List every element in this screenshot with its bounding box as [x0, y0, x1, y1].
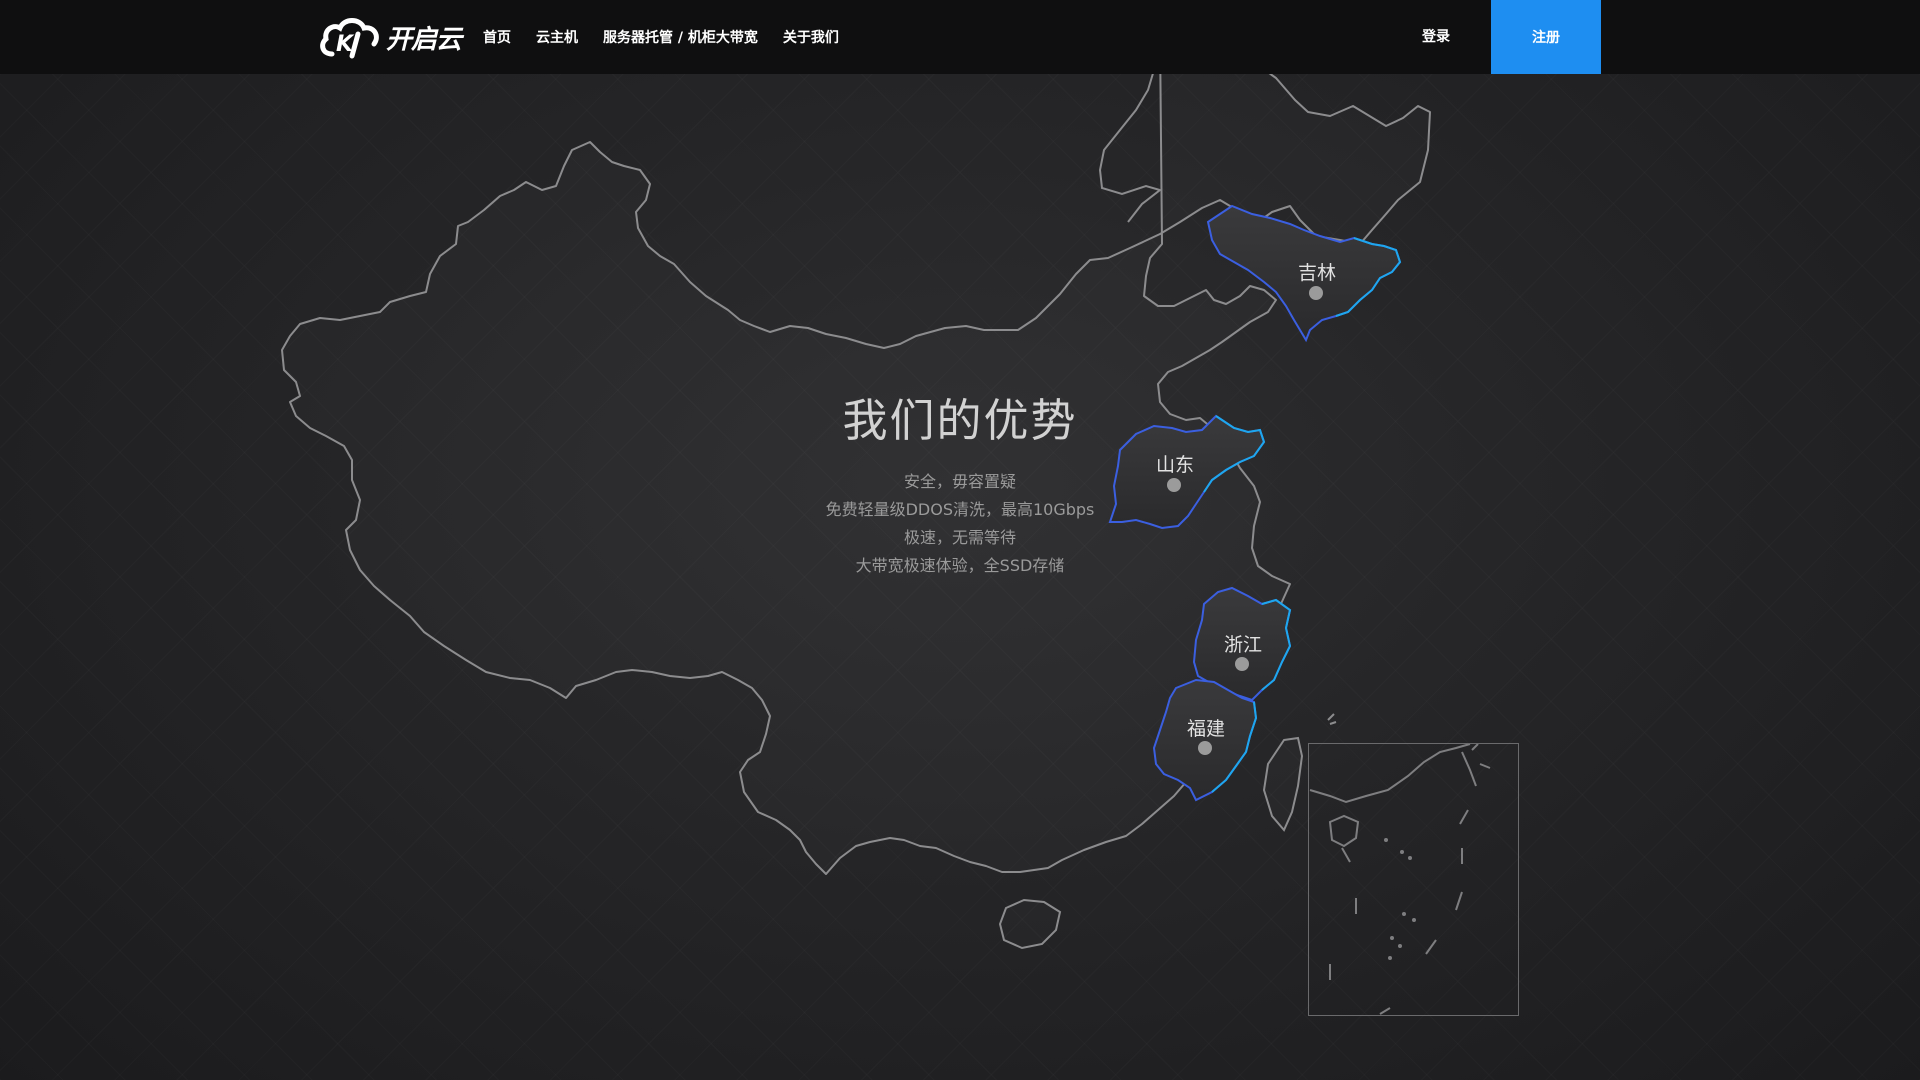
logo-cloud-icon: K — [320, 18, 379, 59]
nav-item-cloud-host[interactable]: 云主机 — [536, 27, 578, 47]
province-dot-jilin[interactable] — [1309, 286, 1323, 300]
province-dot-shandong[interactable] — [1167, 478, 1181, 492]
nav-item-home[interactable]: 首页 — [483, 27, 511, 47]
advantages-description: 安全，毋容置疑 免费轻量级DDOS清洗，最高10Gbps 极速，无需等待 大带宽… — [760, 468, 1160, 580]
logo[interactable]: K 开启云 — [318, 14, 462, 60]
advantage-line: 安全，毋容置疑 — [903, 472, 1016, 491]
page-title: 我们的优势 — [842, 394, 1078, 447]
province-label-shandong: 山东 — [1155, 454, 1195, 476]
province-label-fujian: 福建 — [1186, 718, 1226, 740]
login-link[interactable]: 登录 — [1422, 0, 1450, 74]
province-label-jilin: 吉林 — [1297, 262, 1337, 284]
inset-map-frame — [1308, 743, 1519, 1016]
advantage-line: 大带宽极速体验，全SSD存储 — [855, 556, 1065, 575]
province-dot-zhejiang[interactable] — [1235, 657, 1249, 671]
advantage-line: 极速，无需等待 — [903, 528, 1016, 547]
logo-text: 开启云 — [386, 24, 462, 55]
main-nav: 首页 云主机 服务器托管 / 机柜大带宽 关于我们 — [470, 0, 864, 74]
province-dot-fujian[interactable] — [1198, 741, 1212, 755]
navbar: K 开启云 首页 云主机 服务器托管 / 机柜大带宽 关于我们 登录 注册 — [0, 0, 1920, 74]
province-label-zhejiang: 浙江 — [1223, 634, 1263, 656]
nav-item-server-hosting[interactable]: 服务器托管 / 机柜大带宽 — [603, 27, 758, 47]
register-button[interactable]: 注册 — [1491, 0, 1601, 74]
taiwan-outline — [1262, 736, 1304, 832]
hainan-outline — [998, 898, 1062, 950]
advantage-line: 免费轻量级DDOS清洗，最高10Gbps — [825, 500, 1095, 519]
nav-item-about[interactable]: 关于我们 — [783, 27, 839, 47]
